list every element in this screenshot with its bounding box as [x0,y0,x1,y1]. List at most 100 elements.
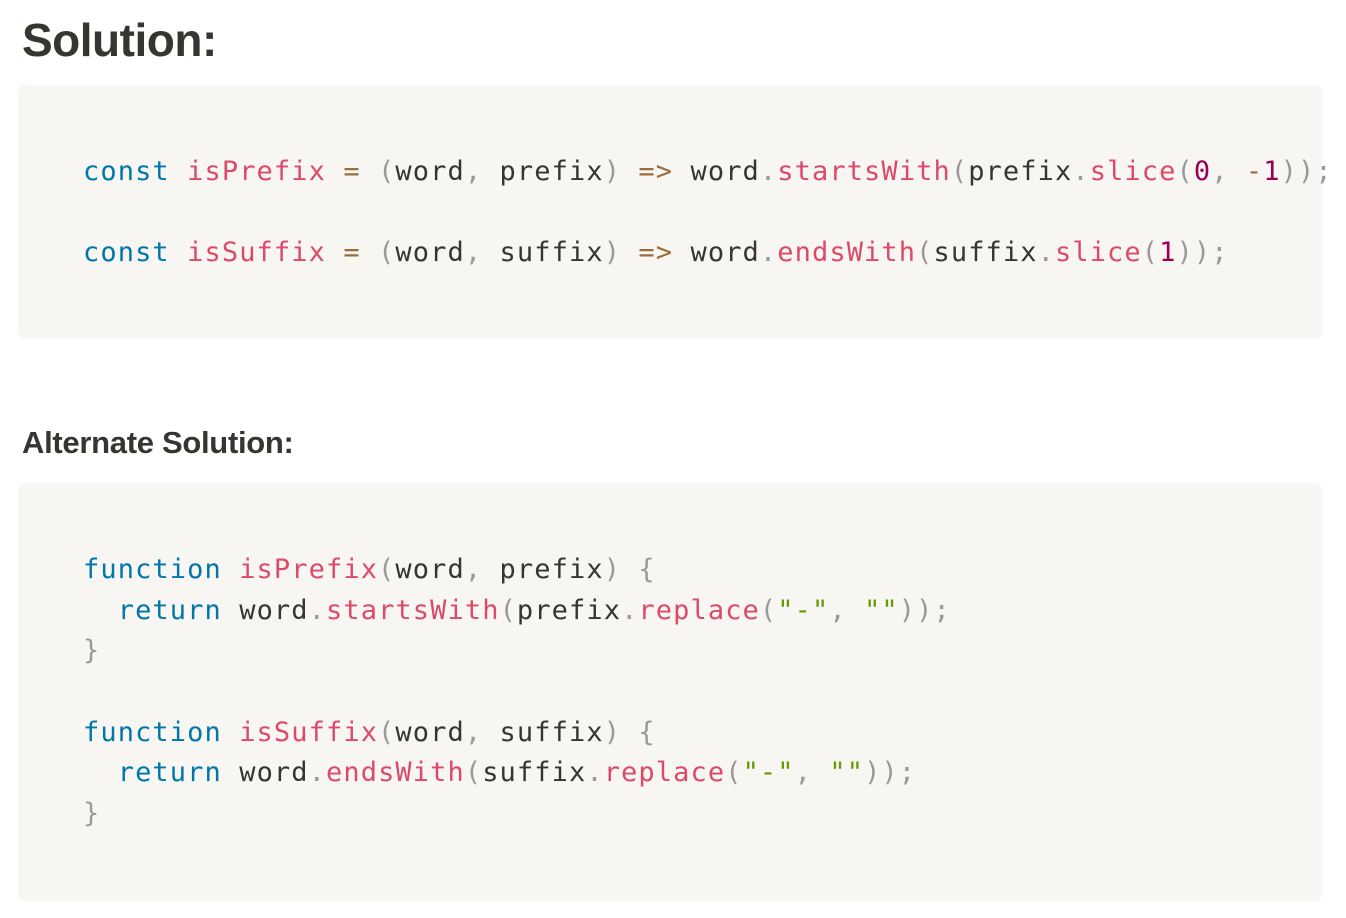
code-token: ( [725,757,743,789]
code-line: ​ [83,193,1333,234]
code-token: - [1245,156,1264,187]
code-token: slice [1089,156,1177,187]
code-token: ( [378,156,396,187]
code-token: ) [603,156,622,187]
code-token: 1 [1263,156,1281,187]
code-token: , [464,156,483,187]
alternate-solution-heading: Alternate Solution: [22,425,294,460]
code-token: = [343,237,361,269]
code-token: . [1072,156,1090,187]
code-token: startsWith [777,156,951,187]
code-token: . [308,757,326,789]
code-token: } [83,798,101,830]
code-line: function isPrefix(word, prefix) { [83,550,951,591]
code-block-alternate-solution[interactable]: function isPrefix(word, prefix) { return… [18,483,1322,901]
code-token: word [395,156,465,187]
code-token: . [759,156,778,187]
code-token: ( [499,594,517,626]
code-token: ( [1141,237,1160,269]
code-token: . [759,237,778,269]
code-token: ( [464,757,483,789]
code-token: , [1211,156,1229,187]
code-line: const isSuffix = (word, suffix) => word.… [83,233,1333,274]
code-token: suffix [482,237,604,269]
code-token: const [83,156,170,187]
code-token: suffix [933,237,1038,269]
code-line: return word.startsWith(prefix.replace("-… [83,591,951,632]
code-token: ) [603,716,622,748]
code-token: )); [1280,156,1333,187]
code-token: } [83,635,101,667]
code-token: return [117,594,222,626]
code-token: prefix [482,156,604,187]
code-token: word [395,554,465,585]
code-token: isSuffix [239,716,379,748]
code-content: function isPrefix(word, prefix) { return… [83,550,951,835]
code-token: , [464,237,483,269]
code-token: function [83,554,222,585]
code-token: endsWith [326,757,465,789]
code-line: return word.endsWith(suffix.replace("-",… [83,753,951,794]
code-token: slice [1054,237,1142,269]
code-token: ) [603,237,622,269]
code-token: ( [950,156,969,187]
code-line: const isPrefix = (word, prefix) => word.… [83,152,1333,193]
code-token: prefix [482,554,604,585]
code-token: )); [864,757,917,789]
code-token: , [464,554,483,585]
code-token: isPrefix [239,554,379,585]
code-token: , [464,716,483,748]
code-token: 1 [1159,237,1177,269]
code-token: ( [916,237,934,269]
code-token: return [117,757,222,789]
code-token: prefix [968,156,1073,187]
code-token: replace [638,594,760,626]
code-token: "" [864,594,899,626]
code-token: word [221,594,309,626]
code-content: const isPrefix = (word, prefix) => word.… [83,152,1333,274]
code-token: word [221,757,309,789]
code-token: word [395,716,465,748]
code-line: } [83,794,951,835]
code-token: "" [829,757,865,789]
code-token: const [83,237,170,269]
code-token: { [638,554,656,585]
code-token: replace [603,757,726,789]
code-token: "-" [777,594,830,626]
code-block-solution[interactable]: const isPrefix = (word, prefix) => word.… [18,85,1332,339]
code-token: word [395,237,465,269]
code-line: ​ [83,672,951,713]
code-token: isSuffix [187,237,326,269]
code-token: . [308,594,326,626]
code-token: => [638,237,674,269]
code-token: ( [759,594,778,626]
code-token: , [829,594,847,626]
code-token: endsWith [777,237,917,269]
code-token: = [343,156,361,187]
code-token: , [794,757,812,789]
code-token: "-" [742,757,795,789]
code-token: . [586,757,604,789]
code-line: function isSuffix(word, suffix) { [83,713,951,754]
code-token: isPrefix [187,156,326,187]
code-token: ( [378,554,396,585]
code-token: )); [1176,237,1229,269]
code-token: . [621,594,639,626]
code-token: )); [898,594,951,626]
code-token: word [673,156,760,187]
